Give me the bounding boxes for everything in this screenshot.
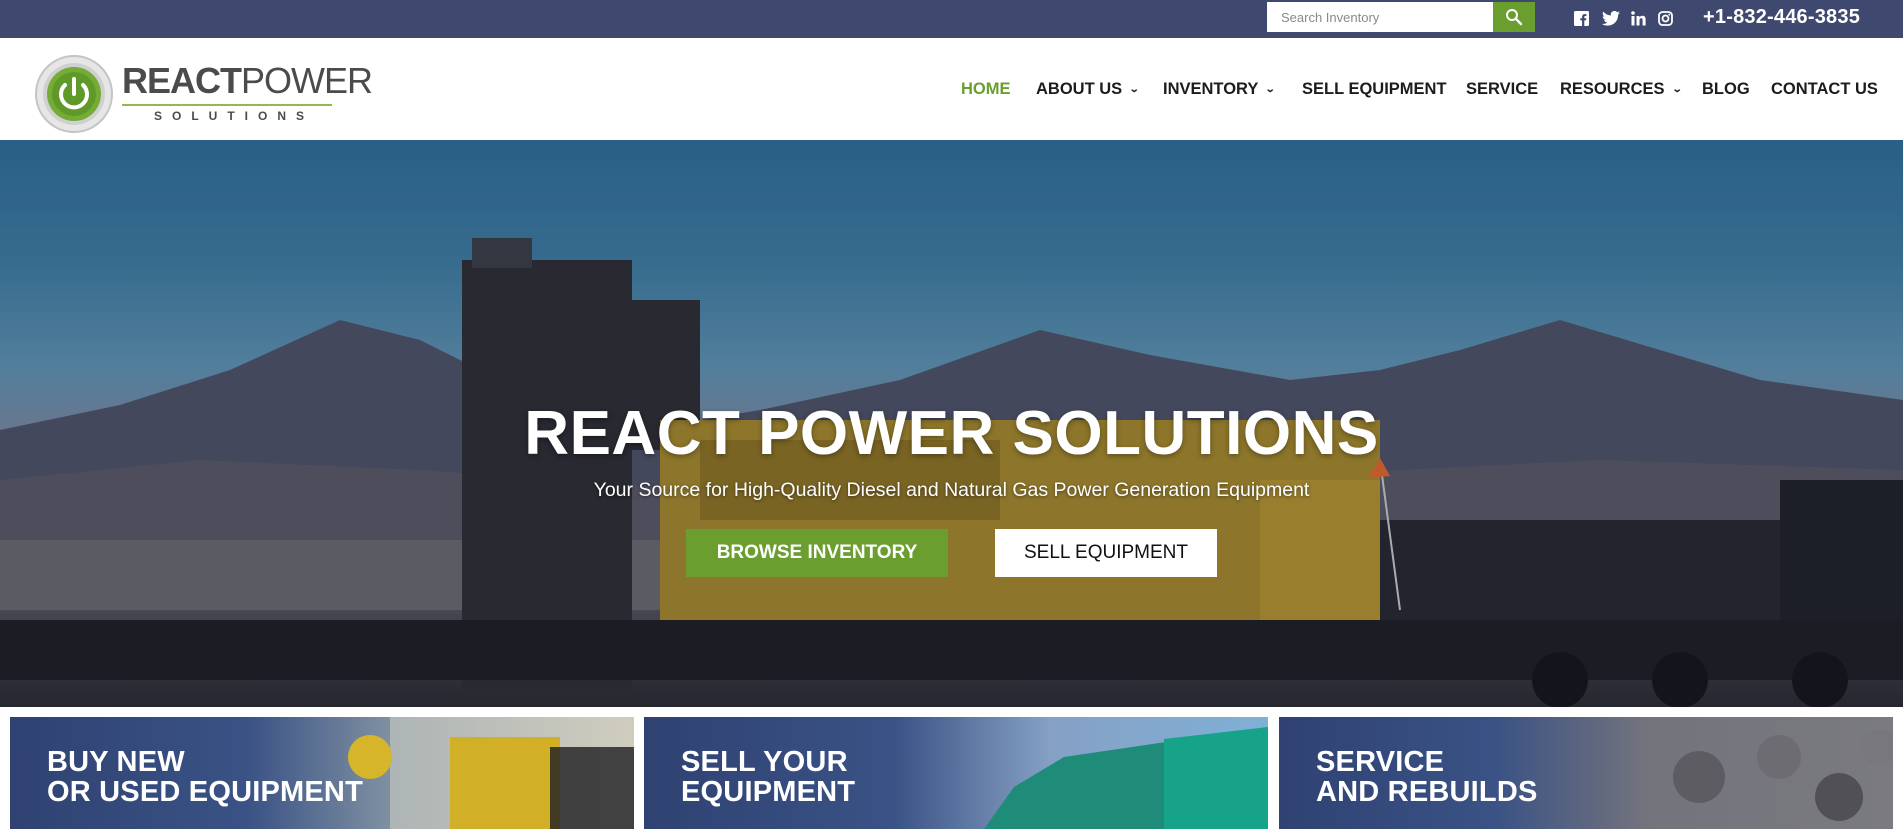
search-input[interactable] [1267,2,1493,32]
nav-about-us[interactable]: ABOUT US ⌄ [1036,80,1140,99]
facebook-link[interactable] [1572,9,1590,27]
site-logo[interactable]: REACTPOWER SOLUTIONS [34,54,373,134]
nav-blog[interactable]: BLOG [1702,80,1750,99]
chevron-down-icon: ⌄ [1265,84,1277,95]
sell-equipment-button[interactable]: SELL EQUIPMENT [995,529,1217,577]
card-title: SERVICE AND REBUILDS [1316,746,1538,808]
nav-contact-us[interactable]: CONTACT US [1771,80,1878,99]
buy-equipment-card[interactable]: BUY NEW OR USED EQUIPMENT [10,717,634,829]
hero-banner: REACT POWER SOLUTIONS Your Source for Hi… [0,140,1903,707]
sell-equipment-card[interactable]: SELL YOUR EQUIPMENT [644,717,1268,829]
linkedin-link[interactable] [1629,9,1647,27]
hero-title: REACT POWER SOLUTIONS [524,399,1379,468]
browse-inventory-button[interactable]: BROWSE INVENTORY [686,529,948,577]
nav-resources[interactable]: RESOURCES ⌄ [1560,80,1683,99]
linkedin-icon [1630,10,1646,25]
hero-subtitle: Your Source for High-Quality Diesel and … [593,479,1310,501]
facebook-icon [1573,10,1589,26]
instagram-icon [1657,10,1673,26]
power-button-icon [35,55,113,133]
search-icon [1506,9,1523,26]
logo-subtitle: SOLUTIONS [154,109,315,123]
card-title: BUY NEW OR USED EQUIPMENT [47,746,363,808]
nav-inventory[interactable]: INVENTORY ⌄ [1163,80,1277,99]
nav-service[interactable]: SERVICE [1466,80,1538,99]
logo-wordmark: REACTPOWER [122,60,373,101]
chevron-down-icon: ⌄ [1128,84,1140,95]
search-button[interactable] [1493,2,1535,32]
nav-sell-equipment[interactable]: SELL EQUIPMENT [1302,80,1447,99]
service-rebuilds-card[interactable]: SERVICE AND REBUILDS [1279,717,1893,829]
chevron-down-icon: ⌄ [1671,84,1683,95]
logo-divider [122,104,332,106]
phone-number[interactable]: +1-832-446-3835 [1703,6,1860,29]
inventory-search [1267,2,1535,32]
twitter-icon [1602,10,1620,26]
twitter-link[interactable] [1600,9,1622,27]
site-header: REACTPOWER SOLUTIONS HOME ABOUT US ⌄ INVE… [0,38,1903,140]
nav-home[interactable]: HOME [961,80,1011,99]
top-utility-bar: +1-832-446-3835 [0,0,1903,38]
card-title: SELL YOUR EQUIPMENT [681,746,856,808]
instagram-link[interactable] [1656,9,1674,27]
